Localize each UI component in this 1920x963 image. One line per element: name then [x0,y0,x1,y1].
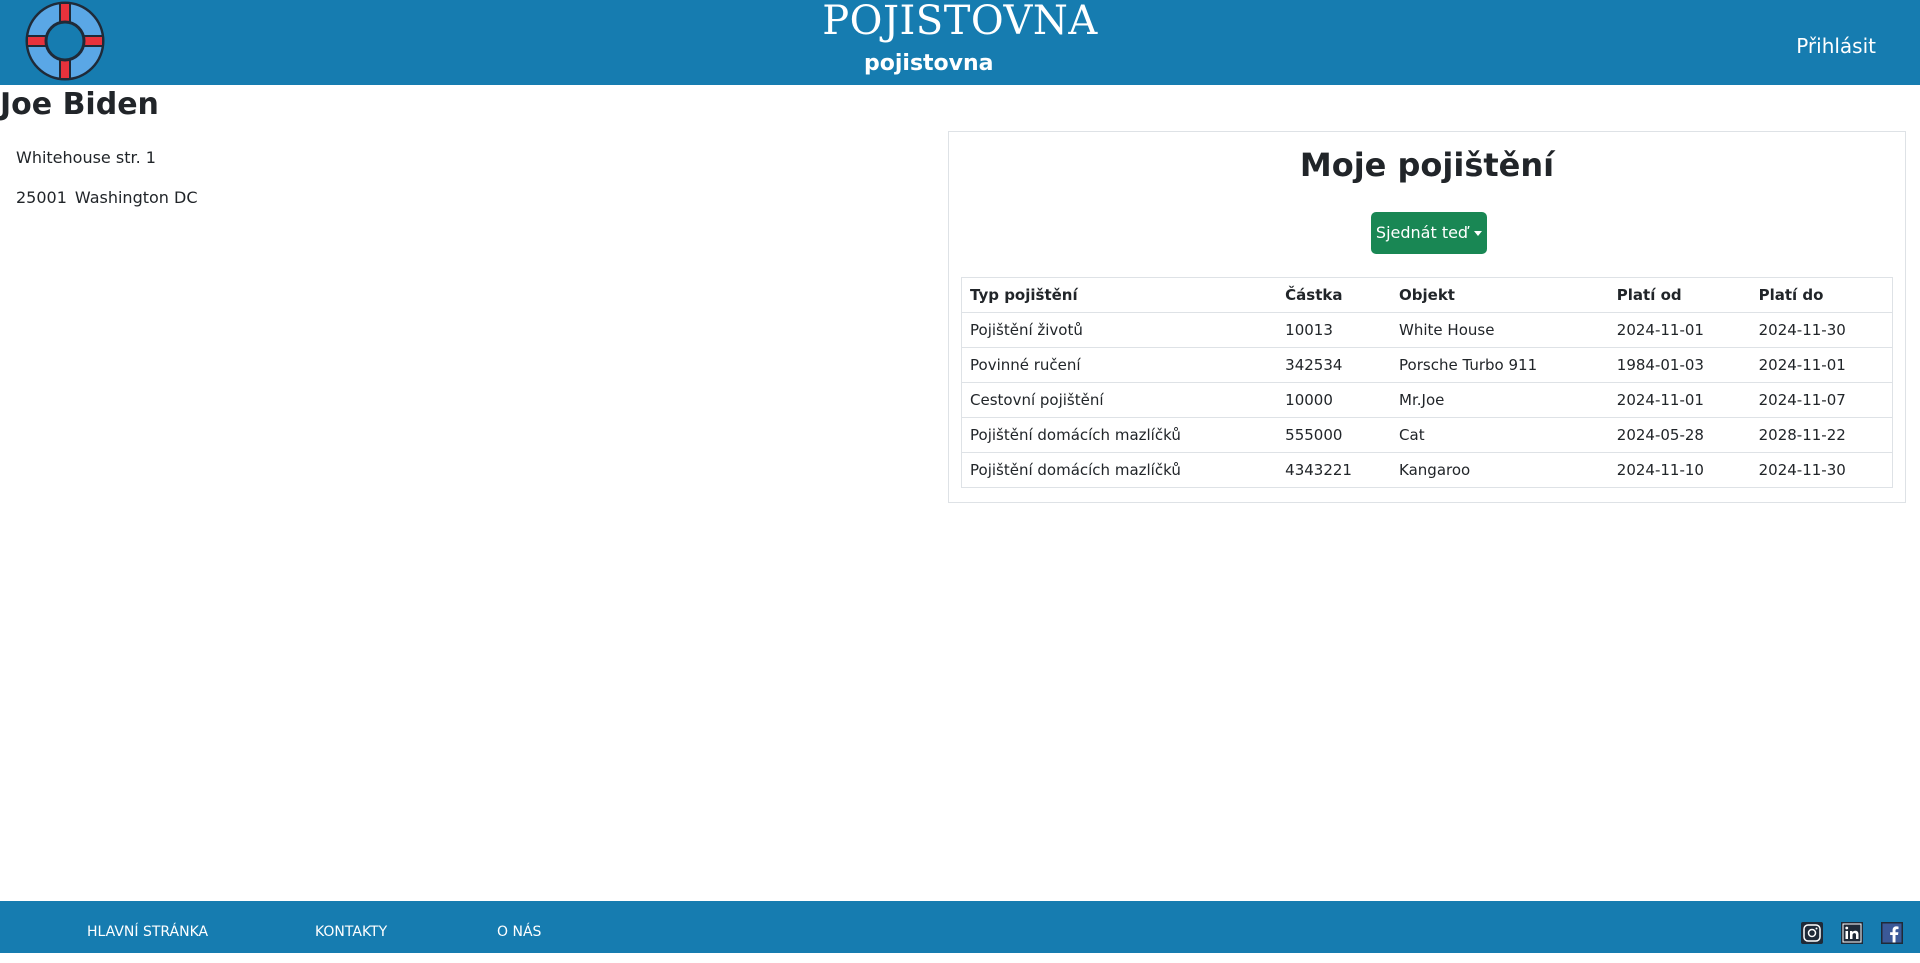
top-header: POJISTOVNA pojistovna Přihlásit [0,0,1920,85]
table-row[interactable]: Pojištění domácích mazlíčků 555000 Cat 2… [961,417,1893,453]
insurance-type: Pojištění životů [961,312,1278,348]
login-link[interactable]: Přihlásit [1796,33,1876,59]
insured-object: White House [1391,312,1609,348]
table-row[interactable]: Pojištění životů 10013 White House 2024-… [961,312,1893,348]
valid-to: 2024-11-01 [1750,347,1893,383]
insurance-type: Pojištění domácích mazlíčků [961,452,1278,488]
insured-object: Porsche Turbo 911 [1391,347,1609,383]
site-subtitle: pojistovna [864,51,994,76]
address-block: Whitehouse str. 1 25001 Washington DC [16,148,198,228]
insurance-title: Moje pojištění [1299,146,1555,184]
column-header: Platí do [1750,277,1893,313]
valid-from: 2024-11-10 [1608,452,1751,488]
order-button-label: Sjednát teď [1375,223,1469,242]
facebook-icon[interactable] [1880,921,1904,945]
amount: 10000 [1277,382,1392,418]
table-row[interactable]: Cestovní pojištění 10000 Mr.Joe 2024-11-… [961,382,1893,418]
street-line: Whitehouse str. 1 [16,148,156,167]
caret-down-icon [1474,231,1483,236]
insurance-type: Pojištění domácích mazlíčků [961,417,1278,453]
insured-object: Cat [1391,417,1609,453]
amount: 4343221 [1277,452,1392,488]
valid-from: 2024-05-28 [1608,417,1751,453]
site-title: POJISTOVNA [822,0,1098,44]
valid-to: 2024-11-07 [1750,382,1893,418]
zip-code: 25001 [16,188,67,207]
insurance-table: Typ pojištění Částka Objekt Platí od Pla… [961,277,1893,488]
city-name: Washington DC [74,188,198,207]
amount: 342534 [1277,347,1392,383]
insurance-type: Povinné ručení [961,347,1278,383]
insured-object: Kangaroo [1391,452,1609,488]
table-row[interactable]: Povinné ručení 342534 Porsche Turbo 911 … [961,347,1893,383]
footer: Hlavní stránka Kontakty O nás [0,901,1920,953]
column-header: Platí od [1608,277,1751,313]
footer-link-about[interactable]: O nás [497,901,541,963]
valid-to: 2024-11-30 [1750,312,1893,348]
amount: 555000 [1277,417,1392,453]
valid-from: 2024-11-01 [1608,312,1751,348]
footer-link-home[interactable]: Hlavní stránka [87,901,208,963]
column-header: Objekt [1391,277,1609,313]
valid-to: 2028-11-22 [1750,417,1893,453]
person-name: Joe Biden [0,87,159,122]
amount: 10013 [1277,312,1392,348]
instagram-icon[interactable] [1800,921,1824,945]
valid-from: 1984-01-03 [1608,347,1751,383]
column-header: Typ pojištění [961,277,1278,313]
linkedin-icon[interactable] [1840,921,1864,945]
valid-from: 2024-11-01 [1608,382,1751,418]
city-line: 25001 Washington DC [16,188,198,228]
valid-to: 2024-11-30 [1750,452,1893,488]
column-header: Částka [1277,277,1392,313]
footer-link-contacts[interactable]: Kontakty [315,901,387,963]
table-header-row: Typ pojištění Částka Objekt Platí od Pla… [961,277,1893,313]
insurance-type: Cestovní pojištění [961,382,1278,418]
insurance-card: Moje pojištění Sjednát teď Typ pojištění… [948,131,1906,503]
table-row[interactable]: Pojištění domácích mazlíčků 4343221 Kang… [961,452,1893,488]
insured-object: Mr.Joe [1391,382,1609,418]
order-insurance-dropdown-button[interactable]: Sjednát teď [1371,212,1487,254]
